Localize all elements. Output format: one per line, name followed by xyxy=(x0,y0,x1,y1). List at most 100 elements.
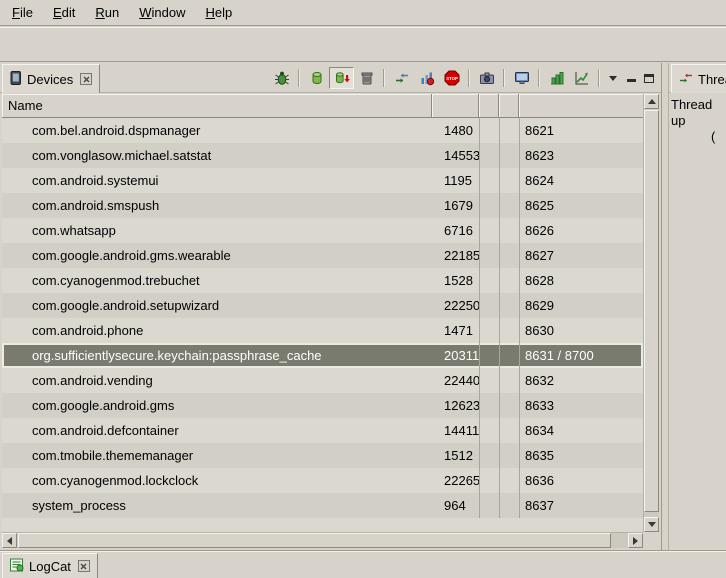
scroll-up-button[interactable] xyxy=(644,94,659,109)
status-cell-1 xyxy=(479,418,499,443)
scroll-left-button[interactable] xyxy=(2,533,17,548)
vertical-scrollbar-thumb[interactable] xyxy=(644,110,659,512)
process-pid-cell: 964 xyxy=(432,493,479,518)
logcat-icon xyxy=(10,558,24,575)
status-cell-1 xyxy=(479,268,499,293)
view-menu-button[interactable] xyxy=(604,69,622,87)
main-area: Devices xyxy=(0,63,726,550)
process-pid-cell: 12623 xyxy=(432,393,479,418)
process-name-cell: com.google.android.gms xyxy=(2,393,432,418)
process-port-cell: 8623 xyxy=(519,143,643,168)
status-cell-2 xyxy=(499,443,519,468)
tab-logcat[interactable]: LogCat xyxy=(2,553,98,578)
toolbar-separator xyxy=(503,69,505,87)
status-cell-1 xyxy=(479,493,499,518)
stats-graph-button[interactable] xyxy=(569,67,594,89)
process-pid-cell: 1512 xyxy=(432,443,479,468)
process-pid-cell: 14553 xyxy=(432,143,479,168)
table-row[interactable]: com.vonglasow.michael.satstat 14553 8623 xyxy=(2,143,643,168)
update-heap-button[interactable] xyxy=(304,67,329,89)
menu-edit[interactable]: Edit xyxy=(43,2,85,23)
arrow-down-icon xyxy=(648,522,656,527)
status-cell-2 xyxy=(499,143,519,168)
horizontal-scrollbar[interactable] xyxy=(2,532,643,548)
screen-record-button[interactable] xyxy=(509,67,534,89)
tab-devices[interactable]: Devices xyxy=(2,64,100,93)
minimize-button[interactable] xyxy=(622,69,640,87)
column-header-name[interactable]: Name xyxy=(2,94,432,118)
process-pid-cell: 20311 xyxy=(432,343,479,368)
menu-file[interactable]: File xyxy=(2,2,43,23)
maximize-button[interactable] xyxy=(640,69,658,87)
vertical-scrollbar[interactable] xyxy=(643,94,659,532)
table-row[interactable]: com.cyanogenmod.lockclock 22265 8636 xyxy=(2,468,643,493)
tab-threads[interactable]: Threads xyxy=(671,64,726,93)
minimize-icon xyxy=(627,74,636,82)
stop-sign-icon: STOP xyxy=(444,70,460,86)
toolbar-separator xyxy=(538,69,540,87)
threads-icon xyxy=(679,71,693,88)
table-row[interactable]: com.google.android.gms.wearable 22185 86… xyxy=(2,243,643,268)
table-row[interactable]: com.google.android.gms 12623 8633 xyxy=(2,393,643,418)
status-cell-1 xyxy=(479,168,499,193)
table-row[interactable]: com.cyanogenmod.trebuchet 1528 8628 xyxy=(2,268,643,293)
process-name-cell: com.bel.android.dspmanager xyxy=(2,118,432,143)
status-cell-1 xyxy=(479,218,499,243)
table-row[interactable]: com.android.vending 22440 8632 xyxy=(2,368,643,393)
threads-message-line2: ( xyxy=(671,129,724,145)
cause-gc-button[interactable] xyxy=(354,67,379,89)
process-port-cell: 8625 xyxy=(519,193,643,218)
table-row[interactable]: org.sufficientlysecure.keychain:passphra… xyxy=(2,343,643,368)
process-name-cell: com.tmobile.thememanager xyxy=(2,443,432,468)
process-port-cell: 8636 xyxy=(519,468,643,493)
table-row[interactable]: com.android.smspush 1679 8625 xyxy=(2,193,643,218)
table-row[interactable]: com.bel.android.dspmanager 1480 8621 xyxy=(2,118,643,143)
device-table: Name com.bel.android.dspmanager 1480 862… xyxy=(2,94,659,548)
debug-process-button[interactable] xyxy=(269,67,294,89)
table-row[interactable]: com.google.android.setupwizard 22250 862… xyxy=(2,293,643,318)
process-name-cell: org.sufficientlysecure.keychain:passphra… xyxy=(2,343,432,368)
table-row[interactable]: com.android.phone 1471 8630 xyxy=(2,318,643,343)
menu-run[interactable]: Run xyxy=(85,2,129,23)
status-cell-2 xyxy=(499,218,519,243)
status-cell-1 xyxy=(479,443,499,468)
scroll-right-button[interactable] xyxy=(628,533,643,548)
table-row[interactable]: com.tmobile.thememanager 1512 8635 xyxy=(2,443,643,468)
method-profiling-button[interactable] xyxy=(414,67,439,89)
horizontal-scrollbar-thumb[interactable] xyxy=(18,533,611,548)
table-row[interactable]: system_process 964 8637 xyxy=(2,493,643,518)
camera-icon xyxy=(479,70,495,86)
dump-hprof-button[interactable] xyxy=(329,67,354,89)
tab-threads-label: Threads xyxy=(698,72,726,87)
main-toolbar-strip xyxy=(0,27,726,62)
process-name-cell: com.android.phone xyxy=(2,318,432,343)
arrow-right-icon xyxy=(633,537,638,545)
threads-message: Thread up ( xyxy=(669,93,726,145)
stats-columns-button[interactable] xyxy=(544,67,569,89)
table-row[interactable]: com.whatsapp 6716 8626 xyxy=(2,218,643,243)
process-name-cell: com.android.systemui xyxy=(2,168,432,193)
stop-process-button[interactable]: STOP xyxy=(439,67,464,89)
process-name-cell: com.whatsapp xyxy=(2,218,432,243)
maximize-icon xyxy=(644,74,654,83)
threads-tabbar: Threads xyxy=(669,63,726,93)
process-name-cell: com.android.smspush xyxy=(2,193,432,218)
line-chart-icon xyxy=(574,70,590,86)
tab-logcat-label: LogCat xyxy=(29,559,71,574)
status-cell-1 xyxy=(479,293,499,318)
tab-logcat-close-icon[interactable] xyxy=(78,560,90,572)
menu-window[interactable]: Window xyxy=(129,2,195,23)
update-threads-button[interactable] xyxy=(389,67,414,89)
menu-help[interactable]: Help xyxy=(195,2,242,23)
status-cell-2 xyxy=(499,318,519,343)
process-pid-cell: 22250 xyxy=(432,293,479,318)
table-row[interactable]: com.android.defcontainer 14411 8634 xyxy=(2,418,643,443)
table-row[interactable]: com.android.systemui 1195 8624 xyxy=(2,168,643,193)
toolbar-separator xyxy=(598,69,600,87)
process-name-cell: com.cyanogenmod.trebuchet xyxy=(2,268,432,293)
scroll-down-button[interactable] xyxy=(644,517,659,532)
toolbar-separator xyxy=(298,69,300,87)
screen-capture-button[interactable] xyxy=(474,67,499,89)
toolbar-separator xyxy=(468,69,470,87)
tab-devices-close-icon[interactable] xyxy=(80,73,92,85)
